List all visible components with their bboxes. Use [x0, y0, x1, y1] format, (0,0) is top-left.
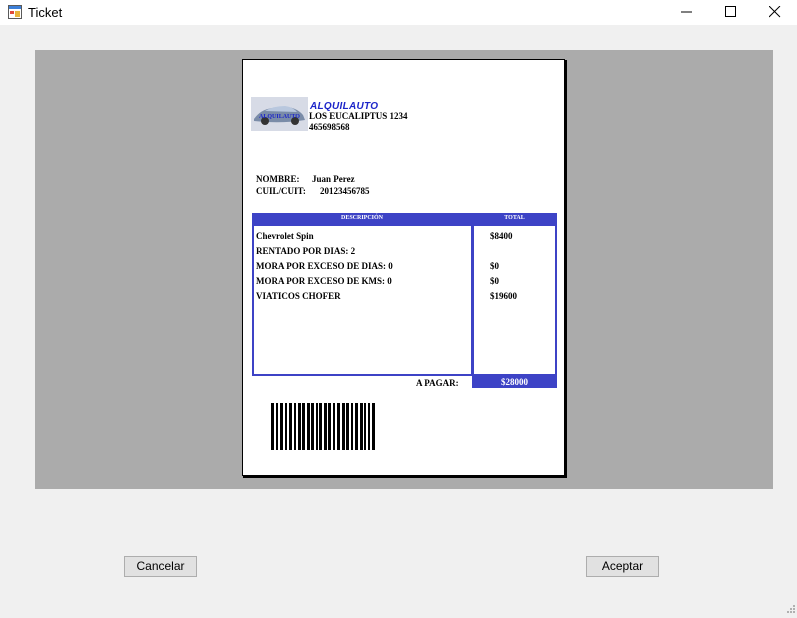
total-cell: $0 — [490, 276, 499, 286]
amount-due-label: A PAGAR: — [416, 378, 459, 388]
company-phone: 465698568 — [309, 122, 350, 132]
total-cell: $19600 — [490, 291, 517, 301]
description-row: RENTADO POR DIAS: 2 — [256, 246, 356, 256]
barcode — [271, 403, 375, 450]
total-cell: $8400 — [490, 231, 513, 241]
cancel-button[interactable]: Cancelar — [124, 556, 197, 577]
close-icon — [769, 6, 781, 18]
client-cuit-label: CUIL/CUIT: — [256, 186, 306, 196]
company-logo: ALQUILAUTO — [251, 97, 308, 131]
company-address: LOS EUCALIPTUS 1234 — [309, 111, 408, 121]
window-title: Ticket — [28, 5, 63, 20]
form-icon — [8, 5, 22, 19]
client-name-line: NOMBRE: Juan Perez — [256, 174, 355, 184]
amount-due-value: $28000 — [472, 376, 557, 388]
maximize-button[interactable] — [708, 0, 754, 25]
resize-grip-icon[interactable] — [785, 600, 795, 613]
minimize-icon — [681, 11, 692, 13]
ticket-page: ALQUILAUTO ALQUILAUTO LOS EUCALIPTUS 123… — [242, 59, 565, 476]
client-name-label: NOMBRE: — [256, 174, 300, 184]
description-row: MORA POR EXCESO DE KMS: 0 — [256, 276, 392, 286]
logo-text: ALQUILAUTO — [259, 114, 300, 120]
client-name-value: Juan Perez — [312, 174, 355, 184]
maximize-icon — [725, 6, 736, 17]
total-cell: $0 — [490, 261, 499, 271]
description-row: MORA POR EXCESO DE DIAS: 0 — [256, 261, 393, 271]
title-bar: Ticket — [0, 0, 797, 25]
description-row: Chevrolet Spin — [256, 231, 314, 241]
minimize-button[interactable] — [664, 0, 710, 25]
close-button[interactable] — [752, 0, 797, 25]
description-header: DESCRIPCIÓN — [252, 213, 472, 224]
print-preview[interactable]: ALQUILAUTO ALQUILAUTO LOS EUCALIPTUS 123… — [35, 50, 773, 489]
total-header: TOTAL — [472, 213, 557, 224]
description-row: VIATICOS CHOFER — [256, 291, 341, 301]
client-cuit-value: 20123456785 — [320, 186, 370, 196]
client-cuit-line: CUIL/CUIT: 20123456785 — [256, 186, 370, 196]
accept-button[interactable]: Aceptar — [586, 556, 659, 577]
